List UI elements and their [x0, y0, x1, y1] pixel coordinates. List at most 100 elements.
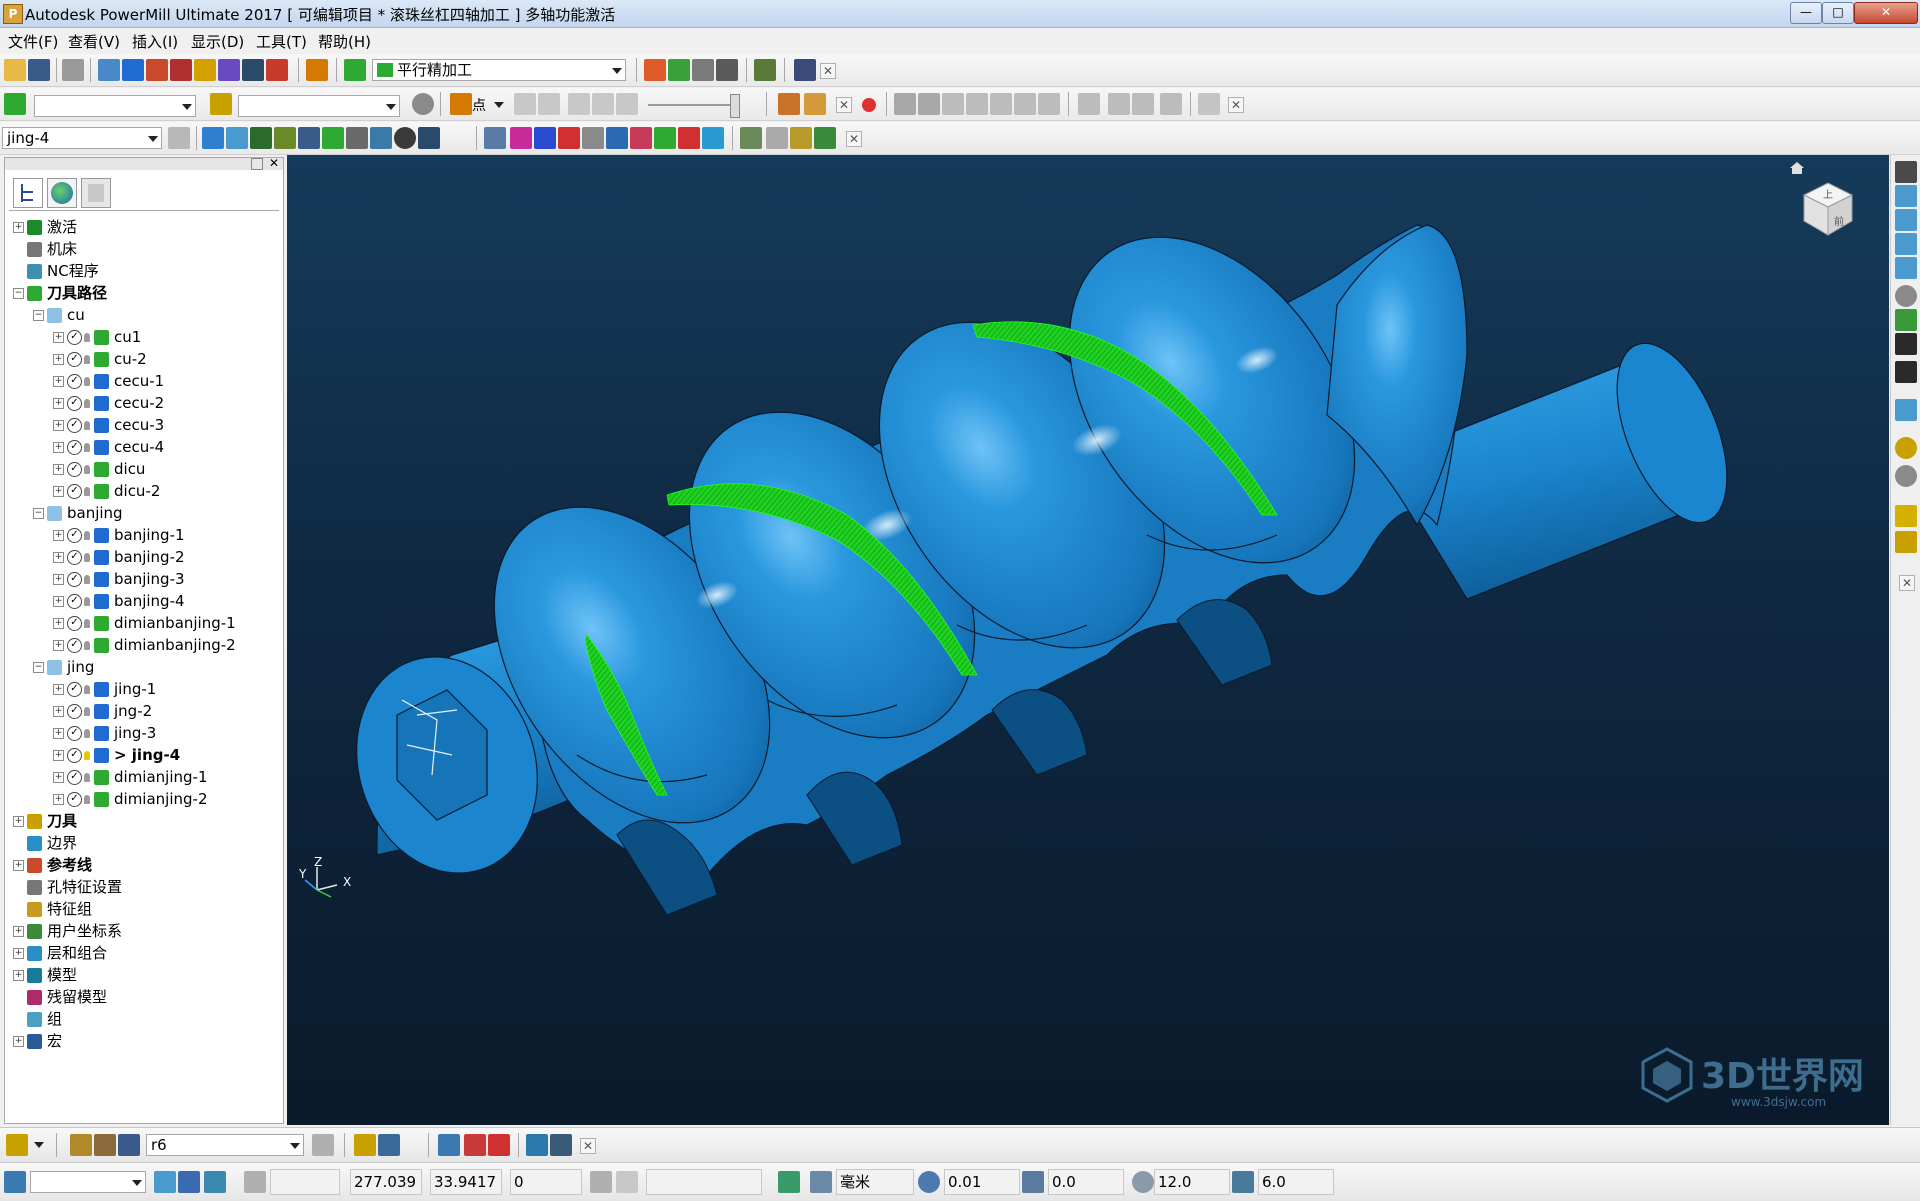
play-icon[interactable] — [568, 93, 590, 115]
checkmark-icon[interactable]: ✓ — [67, 374, 82, 389]
expand-icon[interactable]: + — [13, 926, 24, 937]
simulation-play-icon[interactable] — [804, 93, 826, 115]
lightbulb-icon[interactable] — [84, 487, 90, 496]
view-gouge-icon[interactable] — [1038, 93, 1060, 115]
feed-rate-icon[interactable] — [146, 59, 168, 81]
tree-node[interactable]: + ✓ dimianjing-2 — [5, 788, 281, 810]
checkmark-icon[interactable]: ✓ — [67, 792, 82, 807]
toolpath-draw-icon[interactable] — [202, 127, 224, 149]
tool-combo[interactable]: r6 — [146, 1134, 304, 1156]
rapid-status-icon[interactable] — [204, 1171, 226, 1193]
expand-icon[interactable]: + — [53, 332, 64, 343]
snap-mode-icon[interactable] — [616, 1171, 638, 1193]
tree-node[interactable]: NC程序 — [5, 260, 281, 282]
expand-icon[interactable]: + — [53, 552, 64, 563]
thickness-field[interactable]: 0.0 — [1048, 1169, 1124, 1195]
zoom-icon[interactable] — [1895, 285, 1917, 307]
feeds-speeds-icon[interactable] — [668, 59, 690, 81]
links-display-icon[interactable] — [534, 127, 556, 149]
tree-node[interactable]: + ✓ cecu-2 — [5, 392, 281, 414]
toolpath-clock-icon[interactable] — [394, 127, 416, 149]
tree-node[interactable]: + ✓ cecu-1 — [5, 370, 281, 392]
lightbulb-icon[interactable] — [84, 575, 90, 584]
cursor-mode-icon[interactable] — [590, 1171, 612, 1193]
lightbulb-icon[interactable] — [84, 553, 90, 562]
tree-node[interactable]: 机床 — [5, 238, 281, 260]
save-sim-icon[interactable] — [1160, 93, 1182, 115]
checkmark-icon[interactable]: ✓ — [67, 550, 82, 565]
expand-icon[interactable]: + — [53, 750, 64, 761]
expand-icon[interactable]: + — [53, 486, 64, 497]
snap-field[interactable] — [270, 1169, 340, 1195]
tree-node[interactable]: + ✓ banjing-3 — [5, 568, 281, 590]
tree-node[interactable]: − jing — [5, 656, 281, 678]
lightbulb-icon[interactable] — [84, 773, 90, 782]
expand-icon[interactable]: + — [53, 464, 64, 475]
tree-node[interactable]: + ✓ jing-1 — [5, 678, 281, 700]
toolpath-copy-icon[interactable] — [370, 127, 392, 149]
expand-icon[interactable]: + — [53, 772, 64, 783]
zoom-box-icon[interactable] — [1895, 333, 1917, 355]
library-tab-icon[interactable] — [81, 178, 111, 208]
tool-delete-icon[interactable] — [488, 1134, 510, 1156]
model-status-icon[interactable] — [178, 1171, 200, 1193]
menu-view[interactable]: 查看(V) — [68, 31, 120, 52]
expand-icon[interactable]: + — [13, 816, 24, 827]
leads-links-icon[interactable] — [170, 59, 192, 81]
tool-collision-icon[interactable] — [438, 1134, 460, 1156]
toolpath-strategy-icon[interactable] — [344, 59, 366, 81]
tool-icon[interactable] — [6, 1134, 28, 1156]
leads-display-icon[interactable] — [510, 127, 532, 149]
expand-icon[interactable]: + — [53, 442, 64, 453]
print-icon[interactable] — [62, 59, 84, 81]
tree-node[interactable]: 组 — [5, 1008, 281, 1030]
view-stock-icon[interactable] — [1014, 93, 1036, 115]
tree-explorer-tab-icon[interactable] — [13, 178, 43, 208]
expand-icon[interactable]: + — [53, 574, 64, 585]
checkmark-icon[interactable]: ✓ — [67, 330, 82, 345]
expand-icon[interactable]: + — [13, 1036, 24, 1047]
view-from-right-icon[interactable] — [1895, 209, 1917, 231]
active-toolpath-combo[interactable]: jing-4 — [2, 127, 162, 149]
drag-select-icon[interactable] — [1895, 531, 1917, 553]
lightbulb-icon[interactable] — [84, 685, 90, 694]
tree-node[interactable]: + ✓ dicu — [5, 458, 281, 480]
checkmark-icon[interactable]: ✓ — [67, 462, 82, 477]
step-forward-icon[interactable] — [592, 93, 614, 115]
view-cut-icon[interactable] — [990, 93, 1012, 115]
expand-icon[interactable]: + — [53, 420, 64, 431]
block-view-icon[interactable] — [1895, 399, 1917, 421]
view-from-front-icon[interactable] — [1895, 185, 1917, 207]
tree-node[interactable]: + 激活 — [5, 216, 281, 238]
block-icon[interactable] — [98, 59, 120, 81]
tool-check-icon[interactable] — [814, 127, 836, 149]
view-from-left-icon[interactable] — [1895, 233, 1917, 255]
grid-icon[interactable] — [244, 1171, 266, 1193]
slider-thumb[interactable] — [730, 94, 740, 118]
lightbulb-icon[interactable] — [84, 531, 90, 540]
menu-file[interactable]: 文件(F) — [8, 31, 58, 52]
tool-axis-icon[interactable] — [266, 59, 288, 81]
close-panel-icon[interactable]: ✕ — [269, 156, 279, 170]
toolpath-transform-icon[interactable] — [298, 127, 320, 149]
tree-node[interactable]: + ✓ dimianjing-1 — [5, 766, 281, 788]
strategy-combo[interactable]: 平行精加工 — [372, 59, 626, 81]
tree-node[interactable]: + ✓ cu-2 — [5, 348, 281, 370]
ball-nosed-icon[interactable] — [94, 1134, 116, 1156]
tree-node[interactable]: 残留模型 — [5, 986, 281, 1008]
toolpath-connections-icon[interactable] — [242, 59, 264, 81]
exit-sim-icon[interactable] — [1198, 93, 1220, 115]
wireframe-view-icon[interactable] — [918, 93, 940, 115]
expand-icon[interactable]: + — [53, 398, 64, 409]
lightbulb-icon[interactable] — [84, 795, 90, 804]
checkmark-icon[interactable]: ✓ — [67, 594, 82, 609]
close-button[interactable]: ✕ — [1854, 2, 1918, 24]
tree-node[interactable]: + ✓ banjing-2 — [5, 546, 281, 568]
feed-display-icon[interactable] — [654, 127, 676, 149]
measure-icon[interactable] — [716, 59, 738, 81]
tree-node[interactable]: − 刀具路径 — [5, 282, 281, 304]
graphics-viewport[interactable]: Z Y X 上 前 3D世界网 www.3dsjw.com — [287, 155, 1889, 1125]
checkmark-icon[interactable]: ✓ — [67, 572, 82, 587]
tool-select-combo[interactable] — [238, 95, 400, 117]
step-back-icon[interactable] — [538, 93, 560, 115]
